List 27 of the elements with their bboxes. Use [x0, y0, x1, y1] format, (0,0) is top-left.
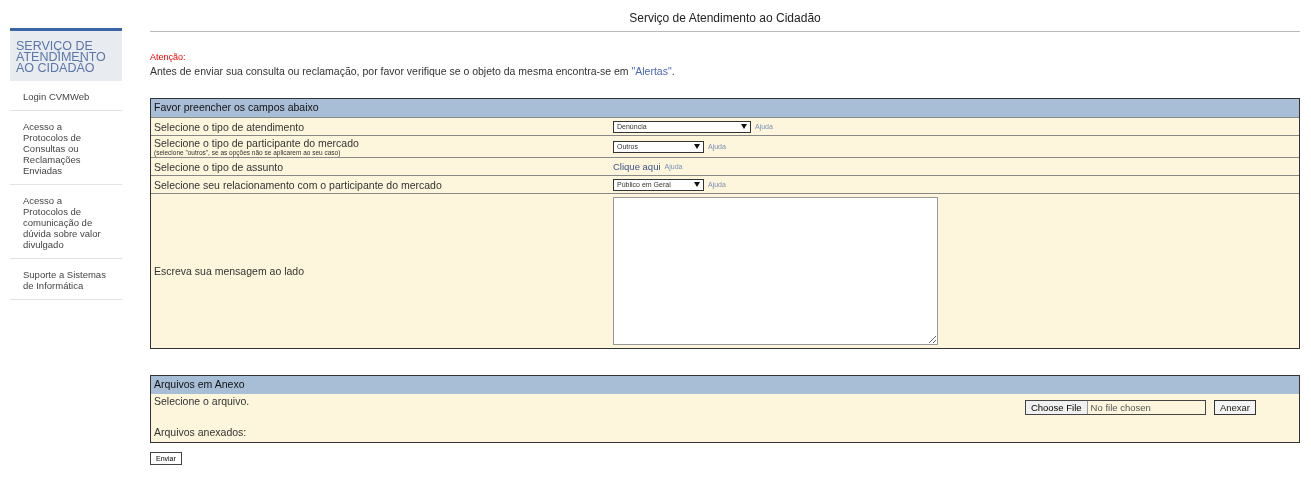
alerts-link[interactable]: "Alertas"	[631, 65, 672, 77]
sidebar-title: SERVIÇO DE ATENDIMENTO AO CIDADÃO	[10, 28, 122, 81]
sidebar-link[interactable]: Suporte a Sistemas de Informática	[10, 259, 122, 300]
caret-icon	[694, 182, 700, 187]
section-header: Favor preencher os campos abaixo	[151, 99, 1299, 117]
caret-icon	[694, 144, 700, 149]
field-label: Selecione o tipo de assunto	[154, 160, 284, 173]
sidebar-link[interactable]: Acesso a Protocolos de Consultas ou Reclamações Enviadas	[10, 111, 122, 185]
attention-label: Atenção:	[150, 52, 187, 62]
file-status: No file chosen	[1089, 402, 1152, 413]
field-label: Arquivos anexados:	[154, 426, 247, 438]
choose-file-button[interactable]: Choose File	[1025, 401, 1088, 414]
attach-button[interactable]: Anexar	[1213, 400, 1256, 415]
notice-text: Antes de enviar sua consulta ou reclamação, por favor verifique se o objeto da mesma encontra-se em "Alertas".	[150, 65, 676, 77]
field-label: Selecione o tipo de atendimento	[154, 120, 306, 133]
field-label: Selecione o arquivo.	[154, 395, 250, 409]
field-label: Selecione o tipo de participante do mercado	[154, 137, 360, 149]
field-label: Escreva sua mensagem ao lado	[154, 265, 305, 277]
subject-link[interactable]: Clique aqui	[613, 161, 661, 172]
message-textarea[interactable]	[613, 197, 938, 345]
sidebar-link[interactable]: Acesso a Protocolos de comunicação de dúvida sobre valor divulgado	[10, 185, 122, 259]
sidebar-link[interactable]: Login CVMWeb	[10, 81, 122, 111]
field-label: Selecione seu relacionamento com o participante do mercado	[154, 178, 443, 191]
section-header: Arquivos em Anexo	[151, 376, 1299, 394]
file-input[interactable]: Choose File No file chosen	[1024, 400, 1206, 415]
caret-icon	[741, 124, 747, 129]
page-title: Serviço de Atendimento ao Cidadão	[150, 11, 1300, 32]
